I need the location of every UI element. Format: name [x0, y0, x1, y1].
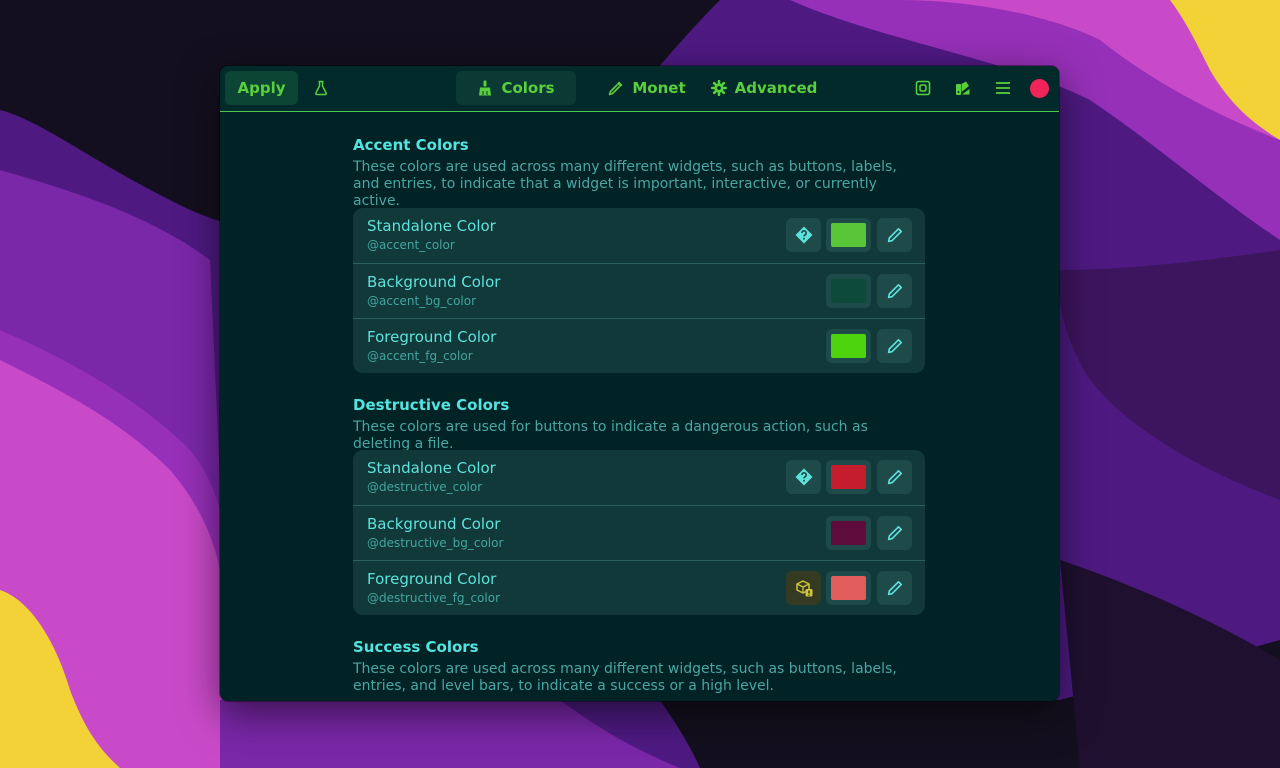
row-variable: @destructive_fg_color — [367, 591, 501, 605]
section-description: These colors are used for buttons to ind… — [353, 419, 868, 452]
row-title: Foreground Color — [367, 570, 497, 588]
tab-monet[interactable]: Monet — [595, 71, 699, 105]
color-swatch — [831, 521, 866, 545]
section-title: Accent Colors — [353, 136, 469, 154]
destructive-foreground-row: Foreground Color @destructive_fg_color — [353, 560, 925, 615]
accent-foreground-row: Foreground Color @accent_fg_color — [353, 318, 925, 373]
row-variable: @accent_color — [367, 238, 455, 252]
help-icon — [795, 468, 812, 486]
edit-button[interactable] — [877, 329, 912, 363]
gear-icon — [710, 80, 727, 96]
section-title: Destructive Colors — [353, 396, 510, 414]
tab-monet-label: Monet — [632, 79, 686, 97]
edit-button[interactable] — [877, 571, 912, 605]
tab-colors[interactable]: Colors — [456, 71, 576, 105]
flask-icon — [315, 80, 327, 96]
edit-button[interactable] — [877, 274, 912, 308]
color-swatch — [831, 576, 866, 600]
section-title: Success Colors — [353, 638, 479, 656]
help-button[interactable] — [786, 460, 821, 494]
color-swatch-button[interactable] — [826, 329, 871, 363]
tab-colors-label: Colors — [501, 79, 555, 97]
color-swatch-button[interactable] — [826, 274, 871, 308]
destructive-colors-list: Standalone Color @destructive_color Back… — [353, 450, 925, 615]
contrast-warning-button[interactable] — [786, 571, 821, 605]
color-swatch — [831, 465, 866, 489]
section-description: These colors are used across many differ… — [353, 661, 897, 694]
app-window: Apply Colors Monet Advanced Accent Color… — [220, 66, 1059, 701]
colors-page[interactable]: Accent Colors These colors are used acro… — [220, 112, 1059, 701]
color-swatch-button[interactable] — [826, 218, 871, 252]
header-bar: Apply Colors Monet Advanced — [220, 66, 1059, 112]
row-title: Background Color — [367, 273, 501, 291]
screenshot-button[interactable] — [906, 71, 940, 105]
accent-colors-list: Standalone Color @accent_color Backgroun… — [353, 208, 925, 373]
accent-background-row: Background Color @accent_bg_color — [353, 263, 925, 318]
color-swatch — [831, 223, 866, 247]
row-title: Foreground Color — [367, 328, 497, 346]
pencil-icon — [887, 284, 902, 299]
close-button[interactable] — [1030, 79, 1049, 98]
edit-button[interactable] — [877, 218, 912, 252]
pencil-icon — [887, 581, 902, 596]
pencil-icon — [887, 228, 902, 243]
row-title: Standalone Color — [367, 459, 496, 477]
color-swatch-button[interactable] — [826, 571, 871, 605]
section-description: These colors are used across many differ… — [353, 159, 897, 209]
apply-button[interactable]: Apply — [225, 71, 298, 105]
color-swatch — [831, 279, 866, 303]
palette-icon — [956, 81, 970, 95]
row-title: Standalone Color — [367, 217, 496, 235]
color-swatch — [831, 334, 866, 358]
row-title: Background Color — [367, 515, 501, 533]
main-menu-button[interactable] — [986, 71, 1020, 105]
tab-advanced-label: Advanced — [734, 79, 818, 97]
pencil-icon — [887, 339, 902, 354]
color-swatch-button[interactable] — [826, 516, 871, 550]
row-variable: @destructive_bg_color — [367, 536, 504, 550]
help-button[interactable] — [786, 218, 821, 252]
screenshot-icon — [915, 80, 931, 96]
menu-icon — [996, 82, 1010, 94]
eyedropper-icon — [609, 81, 623, 96]
color-swatch-button[interactable] — [826, 460, 871, 494]
flask-button[interactable] — [305, 71, 337, 105]
palette-button[interactable] — [946, 71, 980, 105]
accent-standalone-row: Standalone Color @accent_color — [353, 208, 925, 263]
destructive-background-row: Background Color @destructive_bg_color — [353, 505, 925, 560]
destructive-standalone-row: Standalone Color @destructive_color — [353, 450, 925, 505]
help-icon — [795, 226, 812, 244]
edit-button[interactable] — [877, 516, 912, 550]
row-variable: @accent_fg_color — [367, 349, 473, 363]
edit-button[interactable] — [877, 460, 912, 494]
broom-icon — [479, 80, 492, 96]
pencil-icon — [887, 526, 902, 541]
tab-advanced[interactable]: Advanced — [709, 71, 819, 105]
row-variable: @destructive_color — [367, 480, 483, 494]
row-variable: @accent_bg_color — [367, 294, 477, 308]
contrast-warning-icon — [795, 580, 812, 597]
pencil-icon — [887, 470, 902, 485]
